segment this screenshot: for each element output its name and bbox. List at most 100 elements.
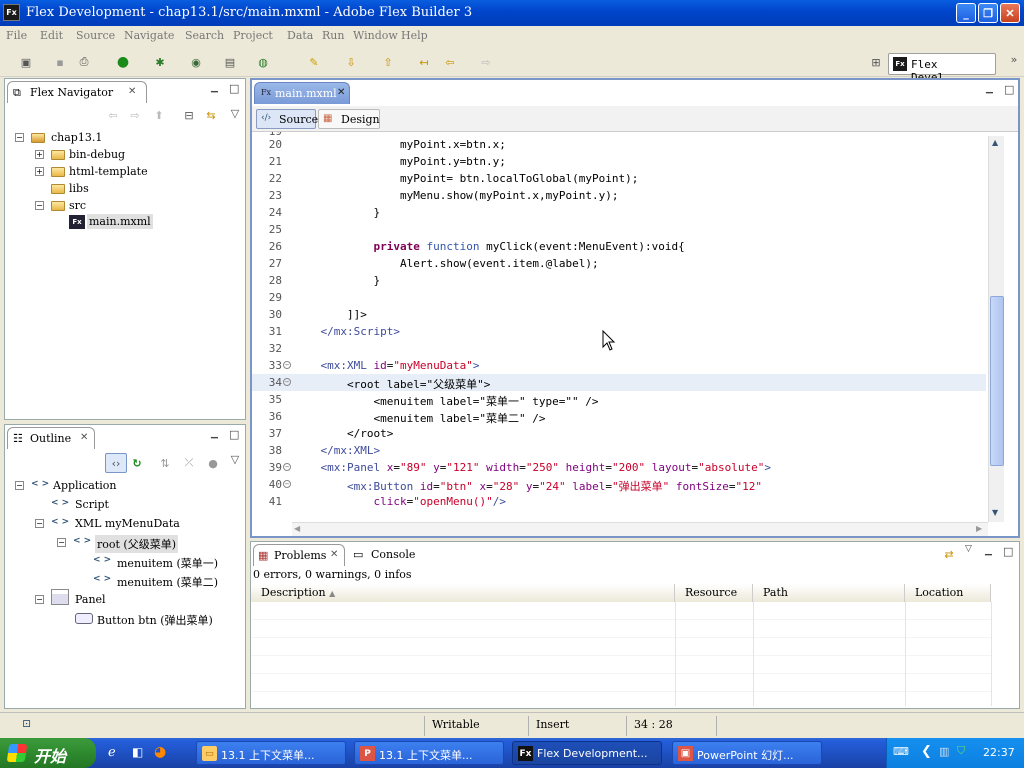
save-icon[interactable]: ▪ bbox=[52, 54, 68, 70]
run-icon[interactable]: ● bbox=[115, 54, 131, 70]
column-location[interactable]: Location bbox=[905, 584, 991, 602]
problems-table-body[interactable] bbox=[251, 602, 992, 706]
ie-icon[interactable]: ℯ bbox=[108, 745, 116, 760]
code-line[interactable]: 23 myMenu.show(myPoint.x,myPoint.y); bbox=[252, 187, 986, 204]
collapse-all-icon[interactable]: ⊟ bbox=[181, 107, 197, 123]
tray-expand-icon[interactable]: ❮ bbox=[921, 744, 932, 759]
start-button[interactable]: 开始 bbox=[0, 738, 96, 768]
fast-view-icon[interactable]: ⊡ bbox=[22, 717, 31, 730]
view-menu-icon[interactable]: ▽ bbox=[227, 105, 243, 121]
outline-item-root[interactable]: root (父级菜单) bbox=[95, 535, 179, 553]
fold-toggle-icon[interactable]: − bbox=[283, 463, 291, 471]
forward-icon[interactable]: ⇨ bbox=[478, 54, 494, 70]
mark-icon[interactable]: ✎ bbox=[306, 54, 322, 70]
code-line[interactable]: 35 <menuitem label="菜单一" type="" /> bbox=[252, 391, 986, 408]
minimize-view-icon[interactable]: ▁ bbox=[211, 429, 218, 439]
last-edit-icon[interactable]: ↤ bbox=[416, 54, 432, 70]
scroll-right-icon[interactable]: ▶ bbox=[976, 524, 982, 533]
source-mode-button[interactable]: ‹/› Source bbox=[256, 109, 318, 129]
code-line[interactable]: 34− <root label="父级菜单"> bbox=[252, 374, 986, 391]
nav-up-icon[interactable]: ⬆ bbox=[151, 107, 167, 123]
configure-filters-icon[interactable]: ⇄ bbox=[941, 546, 957, 562]
outline-item-button[interactable]: Button btn (弹出菜单) bbox=[97, 612, 213, 628]
scroll-down-icon[interactable]: ▼ bbox=[992, 508, 998, 517]
code-line[interactable]: 20 myPoint.x=btn.x; bbox=[252, 136, 986, 153]
debug-icon[interactable]: ✱ bbox=[152, 54, 168, 70]
fold-toggle-icon[interactable]: − bbox=[283, 378, 291, 386]
code-line[interactable]: 37 </root> bbox=[252, 425, 986, 442]
tree-expander[interactable]: − bbox=[15, 481, 24, 490]
close-icon[interactable]: ✕ bbox=[80, 432, 88, 443]
code-line[interactable]: 26 private function myClick(event:MenuEv… bbox=[252, 238, 986, 255]
column-description[interactable]: Description ▲ bbox=[251, 584, 675, 602]
menu-window[interactable]: Window bbox=[353, 29, 398, 42]
fold-toggle-icon[interactable]: − bbox=[283, 361, 291, 369]
fold-toggle-icon[interactable]: − bbox=[283, 480, 291, 488]
hide-icon[interactable]: ● bbox=[205, 455, 221, 471]
menu-search[interactable]: Search bbox=[185, 29, 224, 42]
code-line[interactable]: 41 click="openMenu()"/> bbox=[252, 493, 986, 510]
next-annotation-icon[interactable]: ⇩ bbox=[343, 54, 359, 70]
view-menu-icon[interactable]: ▽ bbox=[227, 451, 243, 467]
restore-button[interactable]: ❐ bbox=[978, 3, 998, 23]
code-line[interactable]: 31 </mx:Script> bbox=[252, 323, 986, 340]
minimize-view-icon[interactable]: ▁ bbox=[985, 546, 992, 556]
tab-console[interactable]: ▭ Console bbox=[351, 544, 421, 566]
outline-item-menuitem-1[interactable]: menuitem (菜单一) bbox=[117, 555, 218, 571]
menu-help[interactable]: Help bbox=[401, 29, 428, 42]
taskbar-item-folder[interactable]: ▭ 13.1 上下文菜单... bbox=[196, 741, 346, 765]
back-icon[interactable]: ⇦ bbox=[442, 54, 458, 70]
taskbar-item-slideshow[interactable]: ▣ PowerPoint 幻灯... bbox=[672, 741, 822, 765]
tree-item-html-template[interactable]: html-template bbox=[69, 165, 148, 178]
perspective-switcher[interactable]: Fx Flex Devel... bbox=[888, 53, 996, 84]
code-line[interactable]: 32 bbox=[252, 340, 986, 357]
tree-item-src[interactable]: src bbox=[69, 199, 86, 212]
code-line[interactable]: 27 Alert.show(event.item.@label); bbox=[252, 255, 986, 272]
tree-item-libs[interactable]: libs bbox=[69, 182, 89, 195]
taskbar-item-flex[interactable]: Fx Flex Development... bbox=[512, 741, 662, 765]
horizontal-scrollbar[interactable]: ◀ ▶ bbox=[292, 522, 988, 536]
code-line[interactable]: 29 bbox=[252, 289, 986, 306]
firefox-icon[interactable]: ◕ bbox=[154, 744, 166, 760]
menu-source[interactable]: Source bbox=[76, 29, 115, 42]
maximize-view-icon[interactable]: □ bbox=[1004, 83, 1014, 96]
maximize-view-icon[interactable]: □ bbox=[1003, 545, 1013, 558]
tree-item-chap13[interactable]: chap13.1 bbox=[51, 131, 102, 144]
close-icon[interactable]: ✕ bbox=[330, 549, 338, 560]
outline-item-script[interactable]: Script bbox=[75, 498, 109, 511]
close-button[interactable]: ✕ bbox=[1000, 3, 1020, 23]
code-line[interactable]: 38 </mx:XML> bbox=[252, 442, 986, 459]
view-menu-icon[interactable]: ▽ bbox=[965, 544, 972, 554]
scroll-up-icon[interactable]: ▲ bbox=[992, 138, 998, 147]
tree-expander[interactable]: + bbox=[35, 167, 44, 176]
tree-expander[interactable]: + bbox=[35, 150, 44, 159]
code-area[interactable]: 20 myPoint.x=btn.x; 21 myPoint.y=btn.y; 22… bbox=[252, 136, 986, 522]
tab-flex-navigator[interactable]: ⧉ Flex Navigator ✕ bbox=[7, 81, 147, 103]
code-line[interactable]: 33− <mx:XML id="myMenuData"> bbox=[252, 357, 986, 374]
menu-run[interactable]: Run bbox=[322, 29, 344, 42]
design-mode-button[interactable]: ▦ Design bbox=[318, 109, 380, 129]
code-line[interactable]: 28 } bbox=[252, 272, 986, 289]
column-resource[interactable]: Resource bbox=[675, 584, 753, 602]
export-icon[interactable]: ▤ bbox=[222, 54, 238, 70]
menu-file[interactable]: File bbox=[6, 29, 27, 42]
tree-expander[interactable]: − bbox=[15, 133, 24, 142]
maximize-view-icon[interactable]: □ bbox=[229, 428, 239, 441]
tree-expander[interactable]: − bbox=[35, 595, 44, 604]
tree-item-main-mxml[interactable]: main.mxml bbox=[87, 214, 153, 229]
media-player-icon[interactable]: ◧ bbox=[132, 745, 143, 759]
close-icon[interactable]: ✕ bbox=[128, 86, 136, 97]
security-shield-icon[interactable]: ⛉ bbox=[957, 744, 965, 758]
code-line[interactable]: 21 myPoint.y=btn.y; bbox=[252, 153, 986, 170]
network-icon[interactable]: ▥ bbox=[939, 745, 949, 758]
refresh-icon[interactable]: ↻ bbox=[129, 455, 145, 471]
tree-item-bin-debug[interactable]: bin-debug bbox=[69, 148, 125, 161]
code-line[interactable]: 25 bbox=[252, 221, 986, 238]
code-line[interactable]: 24 } bbox=[252, 204, 986, 221]
code-line[interactable]: 40− <mx:Button id="btn" x="28" y="24" la… bbox=[252, 476, 986, 493]
code-line[interactable]: 30 ]]> bbox=[252, 306, 986, 323]
scroll-left-icon[interactable]: ◀ bbox=[294, 524, 300, 533]
menu-edit[interactable]: Edit bbox=[40, 29, 63, 42]
keyboard-icon[interactable]: ⌨ bbox=[893, 745, 909, 758]
outline-item-panel[interactable]: Panel bbox=[75, 593, 106, 606]
